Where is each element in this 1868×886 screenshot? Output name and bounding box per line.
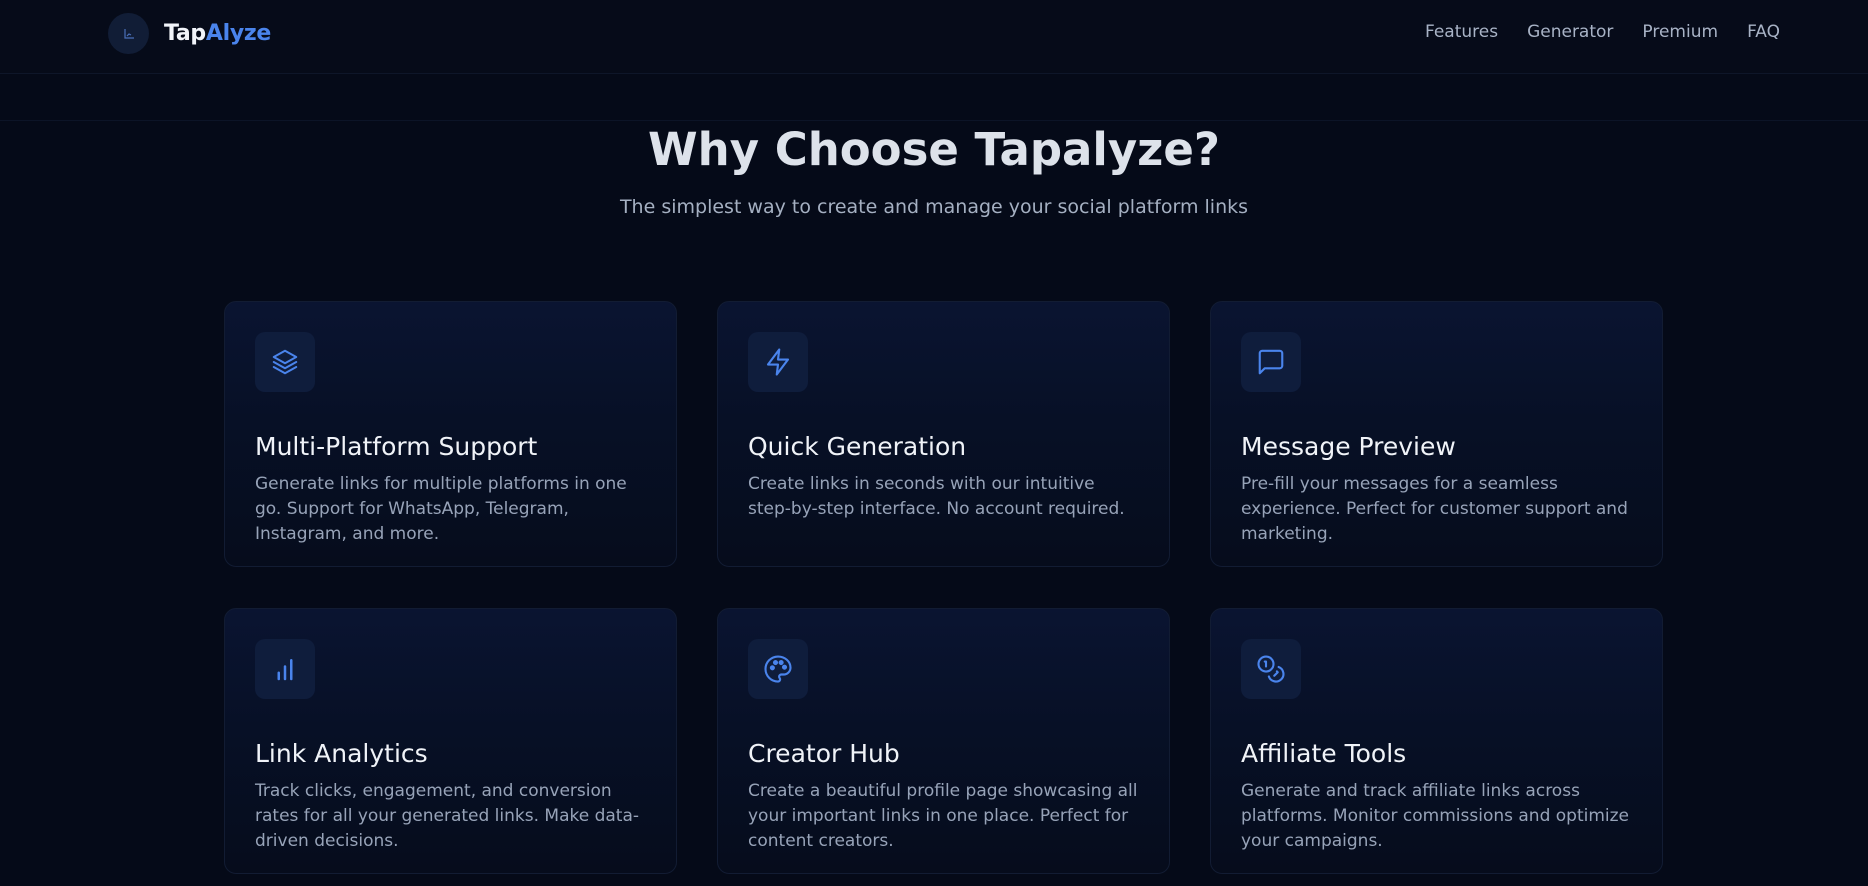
logo-chart-icon: [108, 13, 149, 54]
palette-icon: [748, 639, 808, 699]
feature-description: Generate links for multiple platforms in…: [255, 474, 627, 544]
feature-title: Creator Hub: [748, 739, 900, 768]
bar-chart-icon: [255, 639, 315, 699]
feature-description: Pre-fill your messages for a seamless ex…: [1241, 474, 1628, 544]
feature-card-multi-platform[interactable]: Multi-Platform Support Generate links fo…: [224, 301, 677, 567]
nav-link-generator[interactable]: Generator: [1527, 22, 1613, 42]
feature-title: Multi-Platform Support: [255, 432, 538, 461]
feature-card-link-analytics[interactable]: Link Analytics Track clicks, engagement,…: [224, 608, 677, 874]
logo-text: TapAlyze: [164, 21, 271, 46]
main-nav: Features Generator Premium FAQ: [1425, 22, 1780, 42]
nav-link-features[interactable]: Features: [1425, 22, 1498, 42]
feature-card-quick-generation[interactable]: Quick Generation Create links in seconds…: [717, 301, 1170, 567]
nav-link-faq[interactable]: FAQ: [1747, 22, 1780, 42]
nav-link-premium[interactable]: Premium: [1642, 22, 1718, 42]
logo-text-tap: Tap: [164, 21, 206, 46]
feature-title: Link Analytics: [255, 739, 428, 768]
feature-description: Track clicks, engagement, and conversion…: [255, 781, 640, 851]
section-title: Why Choose Tapalyze?: [648, 123, 1220, 176]
feature-title: Quick Generation: [748, 432, 967, 461]
feature-description: Generate and track affiliate links acros…: [1241, 781, 1630, 851]
lightning-icon: [748, 332, 808, 392]
feature-description: Create a beautiful profile page showcasi…: [748, 781, 1138, 851]
message-icon: [1241, 332, 1301, 392]
layers-icon: [255, 332, 315, 392]
coins-icon: [1241, 639, 1301, 699]
feature-title: Affiliate Tools: [1241, 739, 1407, 768]
navbar: TapAlyze Features Generator Premium FAQ: [0, 0, 1868, 74]
feature-card-message-preview[interactable]: Message Preview Pre-fill your messages f…: [1210, 301, 1663, 567]
feature-description: Create links in seconds with our intuiti…: [748, 474, 1125, 519]
logo-text-alyze: Alyze: [205, 21, 272, 46]
section-subtitle: The simplest way to create and manage yo…: [619, 196, 1249, 218]
feature-card-creator-hub[interactable]: Creator Hub Create a beautiful profile p…: [717, 608, 1170, 874]
logo-link[interactable]: TapAlyze: [108, 13, 271, 54]
feature-card-affiliate-tools[interactable]: Affiliate Tools Generate and track affil…: [1210, 608, 1663, 874]
feature-title: Message Preview: [1241, 432, 1456, 461]
